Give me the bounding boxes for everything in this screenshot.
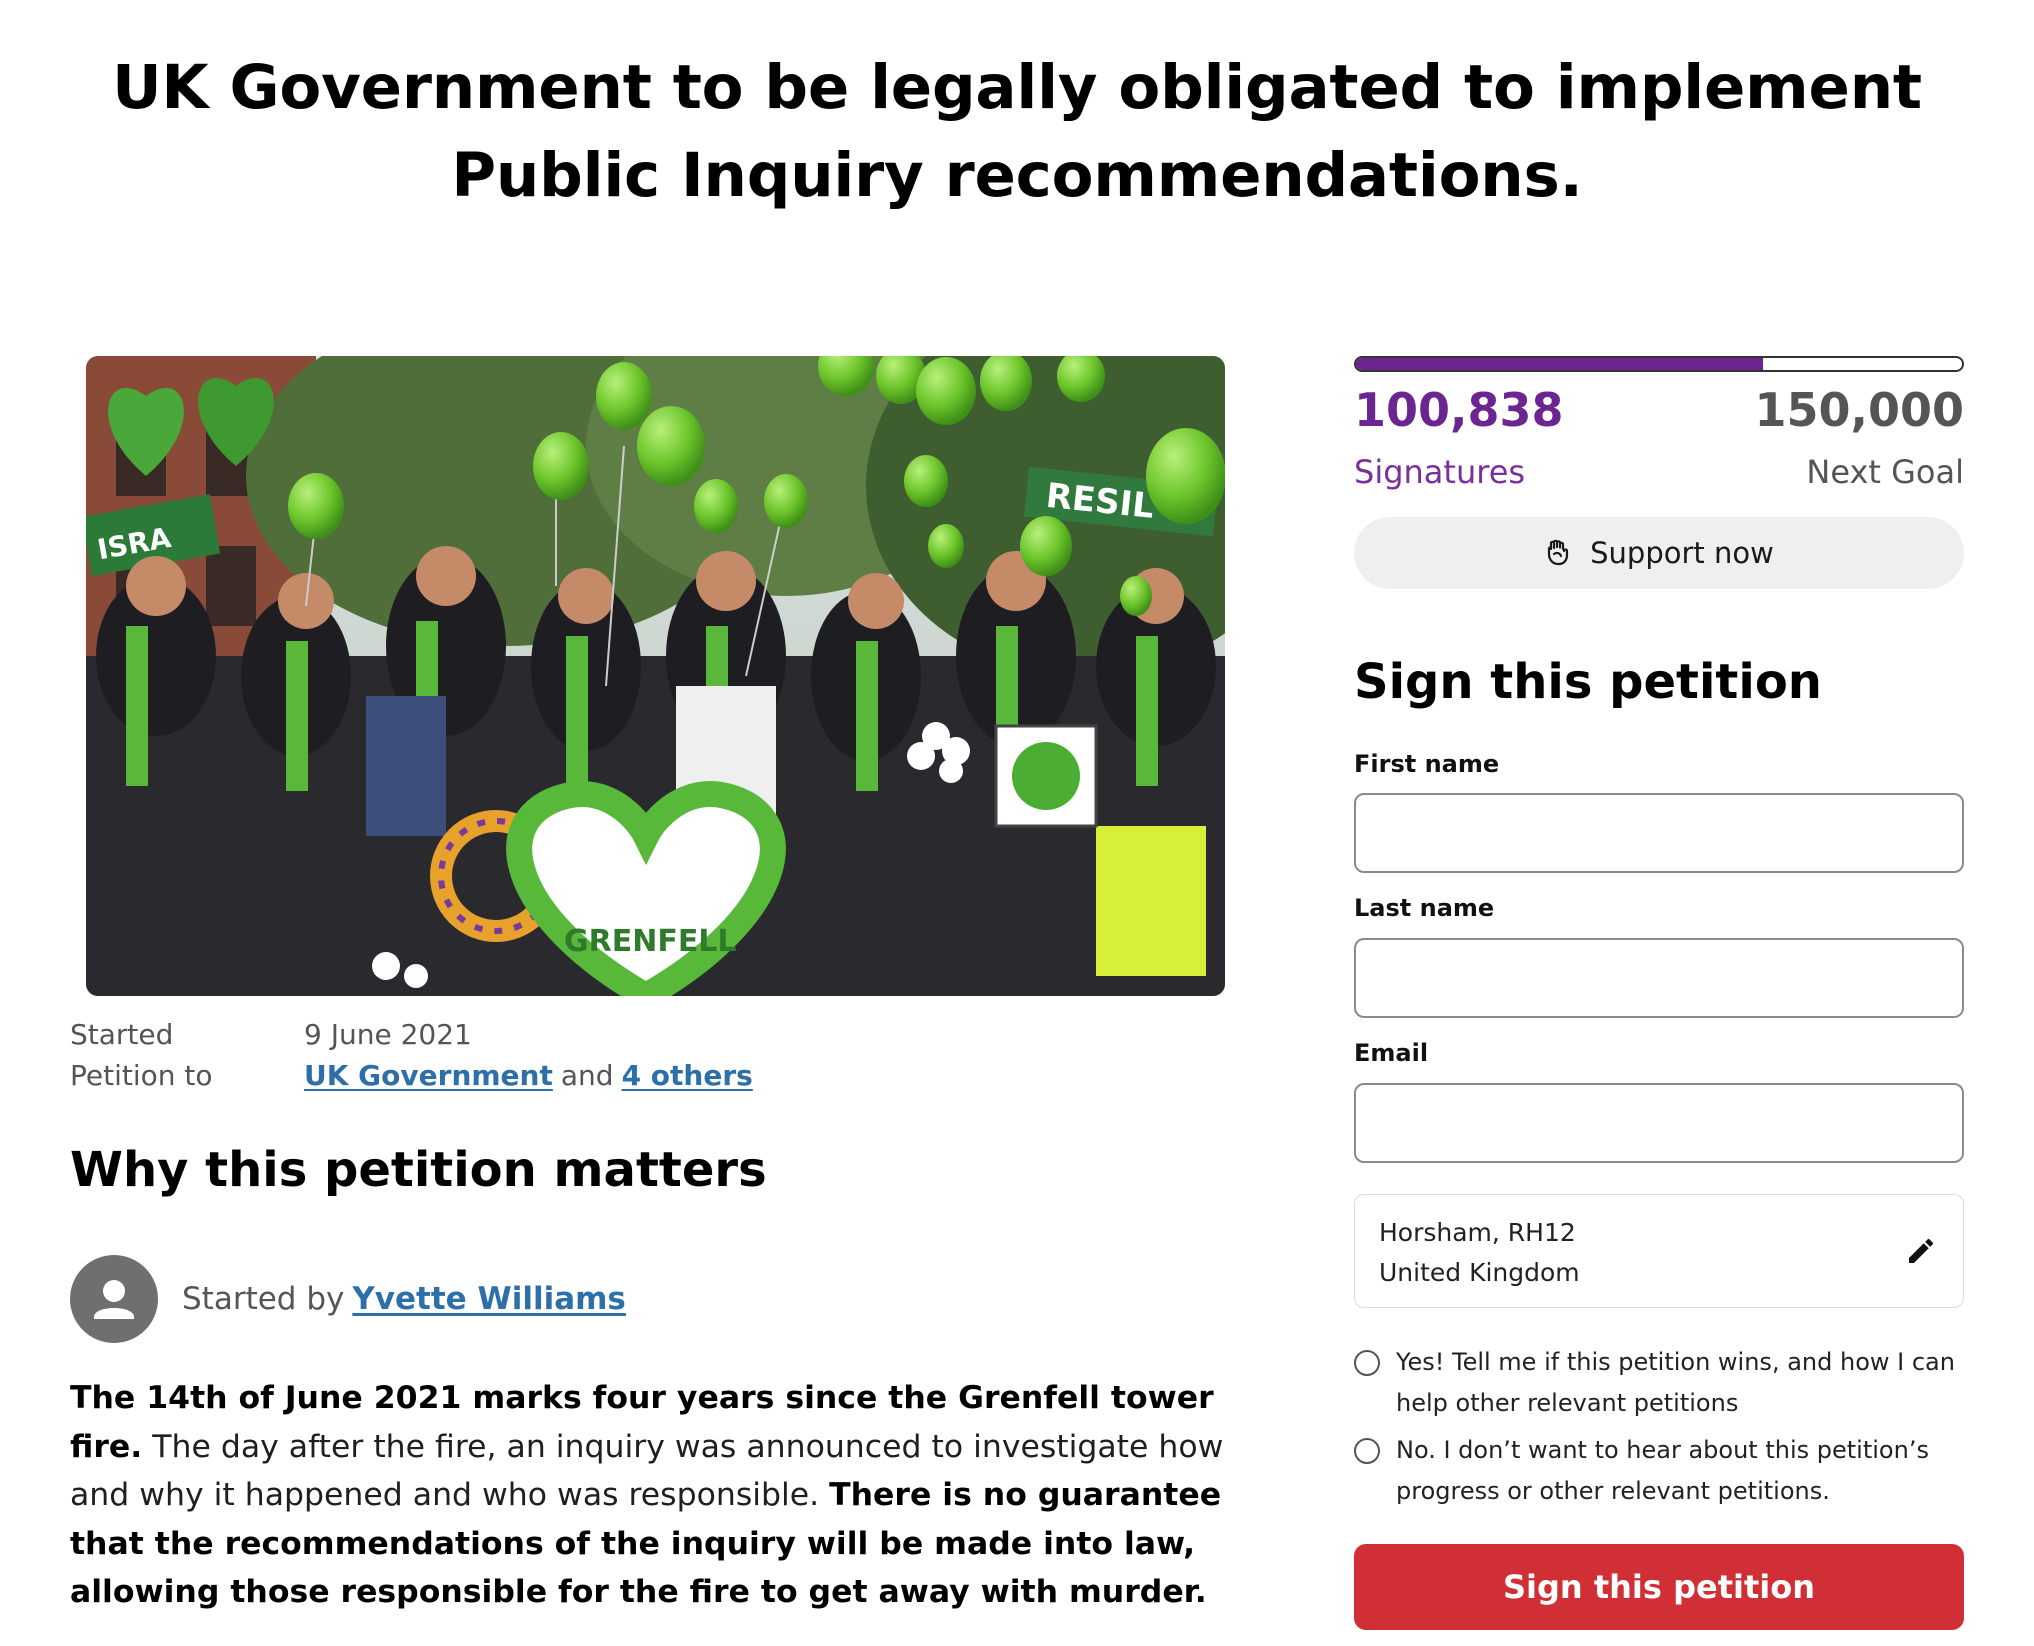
started-by-label: Started by [182, 1281, 345, 1317]
opt-in-no-label: No. I don’t want to hear about this peti… [1396, 1436, 1929, 1505]
support-now-label: Support now [1590, 536, 1774, 570]
petition-to-label: Petition to [70, 1059, 213, 1092]
count-row: 100,838 150,000 [1354, 383, 1964, 437]
last-name-label: Last name [1354, 894, 1495, 922]
started-label: Started [70, 1018, 174, 1051]
signature-count: 100,838 [1354, 383, 1564, 437]
count-labels: Signatures Next Goal [1354, 453, 1964, 491]
petition-targets: UK Government and 4 others [304, 1055, 753, 1096]
first-name-label: First name [1354, 750, 1500, 778]
sign-heading: Sign this petition [1354, 654, 1822, 710]
petition-to-row: Petition to UK Government and 4 others [70, 1055, 753, 1096]
opt-in-yes-label: Yes! Tell me if this petition wins, and … [1396, 1348, 1955, 1417]
heart-text: GRENFELL [564, 924, 737, 959]
radio-yes[interactable] [1354, 1350, 1380, 1376]
author-link[interactable]: Yvette Williams [352, 1281, 626, 1317]
avatar [70, 1255, 158, 1343]
started-row: Started 9 June 2021 [70, 1014, 753, 1055]
location-country: United Kingdom [1379, 1258, 1580, 1287]
target-link[interactable]: UK Government [304, 1059, 553, 1092]
pencil-icon[interactable] [1905, 1235, 1937, 1267]
fist-icon [1544, 537, 1576, 569]
signature-progress-bar [1354, 356, 1964, 372]
and-text: and [560, 1059, 614, 1092]
radio-no[interactable] [1354, 1438, 1380, 1464]
why-heading: Why this petition matters [70, 1142, 767, 1198]
first-name-input[interactable] [1354, 793, 1964, 873]
last-name-input[interactable] [1354, 938, 1964, 1018]
page-title: UK Government to be legally obligated to… [112, 52, 1922, 211]
support-now-button[interactable]: Support now [1354, 517, 1964, 589]
petition-meta: Started 9 June 2021 Petition to UK Gover… [70, 1014, 753, 1096]
sign-petition-button[interactable]: Sign this petition [1354, 1544, 1964, 1630]
location-city: Horsham, RH12 [1379, 1218, 1576, 1247]
petition-page: UK Government to be legally obligated to… [0, 0, 2034, 1646]
photo-illustration: RESIL ISRA GRENFELL [86, 356, 1225, 996]
goal-count: 150,000 [1754, 383, 1964, 437]
started-date: 9 June 2021 [304, 1018, 472, 1051]
started-by: Started by Yvette Williams [70, 1255, 626, 1343]
signatures-label: Signatures [1354, 453, 1526, 491]
progress-fill [1356, 358, 1764, 370]
others-link[interactable]: 4 others [622, 1059, 753, 1092]
email-label: Email [1354, 1039, 1429, 1067]
petition-description: The 14th of June 2021 marks four years s… [70, 1374, 1240, 1617]
started-by-text: Started by Yvette Williams [182, 1281, 626, 1317]
opt-in-no[interactable]: No. I don’t want to hear about this peti… [1354, 1430, 1964, 1512]
petition-photo: RESIL ISRA GRENFELL [86, 356, 1225, 996]
location-box: Horsham, RH12 United Kingdom [1354, 1194, 1964, 1308]
email-input[interactable] [1354, 1083, 1964, 1163]
goal-label: Next Goal [1806, 453, 1964, 491]
person-icon [94, 1280, 134, 1319]
opt-in-yes[interactable]: Yes! Tell me if this petition wins, and … [1354, 1342, 1964, 1424]
